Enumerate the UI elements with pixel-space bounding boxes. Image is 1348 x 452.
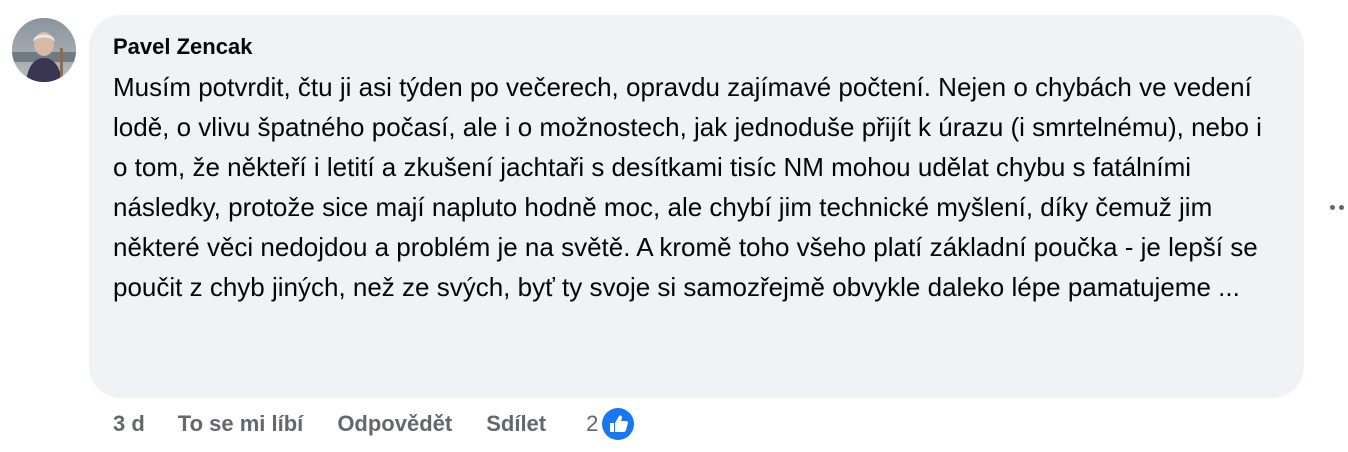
dot <box>1330 204 1335 210</box>
reaction-count: 2 <box>586 411 599 436</box>
comment-bubble: Pavel Zencak Musím potvrdit, čtu ji asi … <box>89 15 1304 398</box>
reaction-summary[interactable]: 2 <box>586 406 637 442</box>
reply-button[interactable]: Odpovědět <box>337 411 452 437</box>
more-options-icon[interactable] <box>1326 199 1348 215</box>
dot <box>1339 204 1344 210</box>
thumbs-up-icon <box>600 406 637 442</box>
comment-timestamp[interactable]: 3 d <box>113 411 145 437</box>
comment-text: Musím potvrdit, čtu ji asi týden po veče… <box>113 72 1262 302</box>
comment-actions: 3 d To se mi líbí Odpovědět Sdílet 2 <box>113 406 637 442</box>
comment-author[interactable]: Pavel Zencak <box>113 33 1280 61</box>
share-button[interactable]: Sdílet <box>486 411 546 437</box>
like-button[interactable]: To se mi líbí <box>178 411 304 437</box>
avatar[interactable] <box>12 18 76 82</box>
avatar-photo <box>12 18 76 82</box>
